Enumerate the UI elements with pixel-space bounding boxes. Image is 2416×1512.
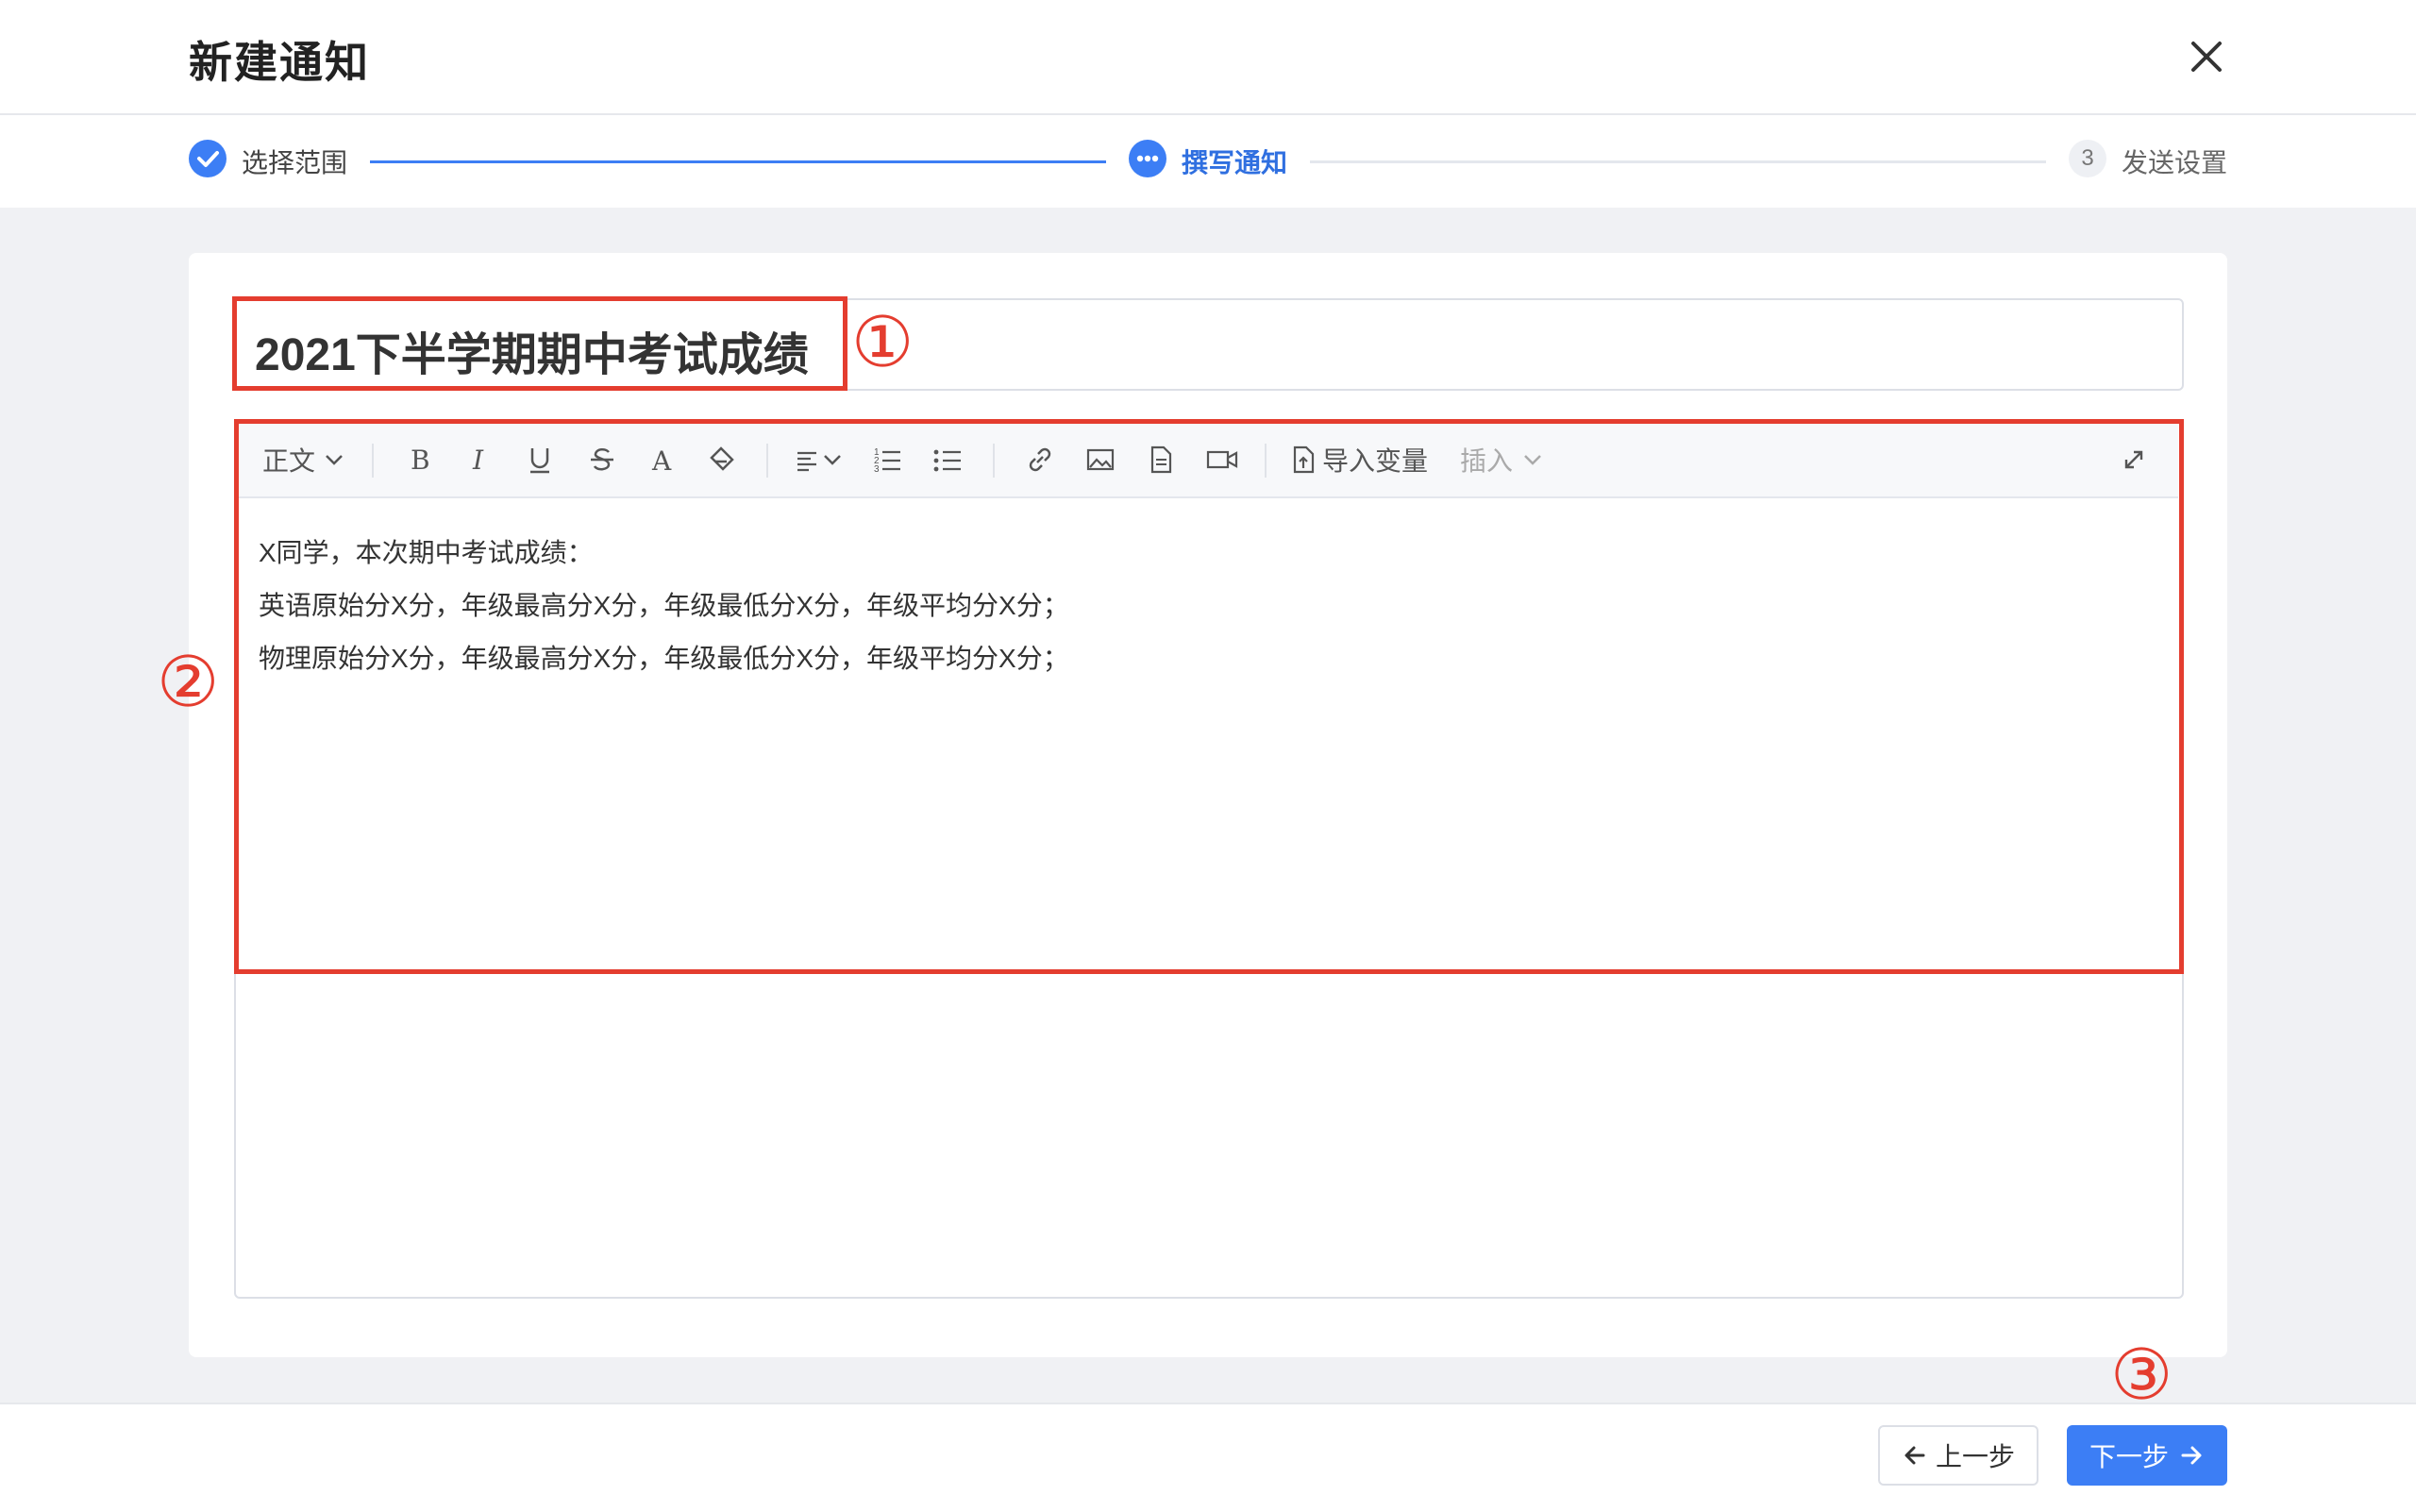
annotation-number-1: ① bbox=[851, 302, 914, 383]
step-connector-2 bbox=[1310, 160, 2046, 163]
close-button[interactable] bbox=[2180, 30, 2233, 83]
step-1-label: 选择范围 bbox=[242, 148, 348, 177]
step-3-label: 发送设置 bbox=[2122, 148, 2228, 177]
dialog-header: 新建通知 bbox=[0, 0, 2416, 115]
annotation-box-1 bbox=[232, 296, 847, 391]
more-dots-icon bbox=[1129, 140, 1166, 177]
step-bar: 选择范围 撰写通知 3 发送设置 bbox=[0, 115, 2416, 208]
close-icon bbox=[2191, 42, 2222, 72]
dialog-footer bbox=[0, 1403, 2416, 1512]
annotation-number-2: ② bbox=[157, 642, 220, 723]
arrow-left-icon bbox=[1904, 1446, 1925, 1465]
step-3-number: 3 bbox=[2069, 140, 2106, 177]
step-2-label: 撰写通知 bbox=[1182, 148, 1288, 177]
check-circle-icon bbox=[189, 140, 226, 177]
dialog-title: 新建通知 bbox=[189, 38, 370, 87]
next-step-button[interactable]: 下一步 bbox=[2067, 1425, 2227, 1486]
prev-step-button[interactable]: 上一步 bbox=[1878, 1425, 2038, 1486]
step-connector-1 bbox=[370, 160, 1106, 163]
annotation-box-2 bbox=[234, 419, 2184, 974]
annotation-number-3: ③ bbox=[2110, 1335, 2173, 1416]
arrow-right-icon bbox=[2181, 1446, 2202, 1465]
